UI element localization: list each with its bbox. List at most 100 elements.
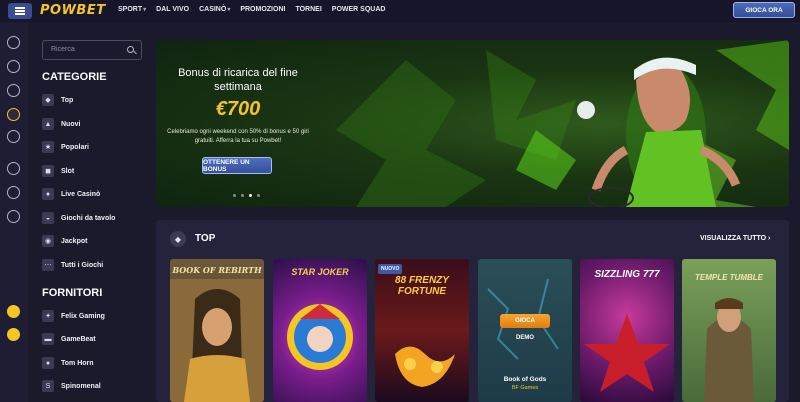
play-now-button[interactable]: GIOCA ORA: [733, 2, 795, 18]
category-nuovi[interactable]: ▲ Nuovi: [42, 117, 80, 131]
promo-banner[interactable]: Bonus di ricarica del fine settimana €70…: [156, 40, 789, 207]
search-placeholder: Ricerca: [51, 46, 75, 53]
gift-icon[interactable]: [7, 210, 20, 223]
hamburger-icon: [15, 10, 25, 12]
game-name: Book of Gods: [503, 376, 547, 383]
play-button[interactable]: GIOCA: [500, 314, 550, 328]
football-icon[interactable]: [7, 36, 20, 49]
logo[interactable]: POWBET: [40, 3, 106, 18]
section-title: TOP: [195, 233, 216, 244]
game-provider: BF Games: [511, 385, 539, 391]
nav-sport[interactable]: SPORT▾: [118, 6, 146, 13]
chat-icon[interactable]: [7, 328, 20, 341]
game-title: 88 FRENZY FORTUNE: [395, 275, 449, 297]
nav-tornei[interactable]: TORNEI: [295, 6, 321, 13]
flame-icon: ▲: [42, 118, 54, 130]
category-label: Nuovi: [61, 120, 81, 128]
carousel-dot[interactable]: [241, 194, 244, 197]
game-art: [287, 304, 353, 370]
categories-title: CATEGORIE: [42, 71, 107, 83]
nav-label: POWER SQUAD: [331, 6, 386, 13]
info-icon[interactable]: [7, 305, 20, 318]
chevron-down-icon: ▾: [143, 7, 147, 13]
game-art: [170, 279, 264, 402]
search-icon[interactable]: [127, 46, 134, 53]
jackpot-icon: ◉: [42, 235, 54, 247]
provider-tom-horn[interactable]: ● Tom Horn: [42, 356, 94, 370]
provider-label: Felix Gaming: [61, 312, 105, 320]
game-card-88-frenzy-fortune[interactable]: NUOVO 88 FRENZY FORTUNE: [375, 259, 469, 402]
spinomenal-icon: S: [42, 380, 54, 392]
see-all-link[interactable]: VISUALIZZA TUTTO ›: [700, 235, 770, 242]
game-title: SIZZLING 777: [594, 269, 660, 280]
game-card-book-of-gods[interactable]: GIOCA DEMO Book of Gods BF Games: [478, 259, 572, 402]
felix-gaming-icon: ✦: [42, 310, 54, 322]
provider-felix-gaming[interactable]: ✦ Felix Gaming: [42, 309, 105, 323]
providers-title: FORNITORI: [42, 287, 103, 299]
banner-title: Bonus di ricarica del fine settimana: [178, 67, 298, 93]
game-card-sizzling-777[interactable]: SIZZLING 777: [580, 259, 674, 402]
gamebeat-icon: ▬: [42, 333, 54, 345]
nav-casino[interactable]: CASINÒ▾: [199, 6, 230, 13]
category-top[interactable]: ◆ Top: [42, 93, 73, 107]
game-card-temple-tumble[interactable]: TEMPLE TUMBLE: [682, 259, 776, 402]
category-label: Slot: [61, 167, 75, 175]
category-label: Popolari: [61, 143, 90, 151]
nav-label: TORNEI: [295, 6, 322, 13]
top-bar: POWBET SPORT▾ DAL VIVO CASINÒ▾ PROMOZION…: [0, 0, 800, 22]
demo-link[interactable]: DEMO: [478, 335, 572, 341]
game-card-book-of-rebirth[interactable]: BOOK OF REBIRTH: [170, 259, 264, 402]
get-bonus-button[interactable]: OTTENERE UN BONUS: [202, 157, 272, 174]
game-title: TEMPLE TUMBLE: [695, 273, 763, 282]
category-label: Giochi da tavolo: [61, 214, 116, 222]
category-jackpot[interactable]: ◉ Jackpot: [42, 234, 87, 248]
provider-gamebeat[interactable]: ▬ GameBeat: [42, 332, 96, 346]
nav-power-squad[interactable]: POWER SQUAD: [332, 6, 386, 13]
game-card-star-joker[interactable]: STAR JOKER: [273, 259, 367, 402]
game-art: [584, 314, 670, 392]
category-live-casino[interactable]: ● Live Casinò: [42, 187, 100, 201]
chevron-down-icon: ▾: [227, 7, 231, 13]
cards-icon[interactable]: [7, 130, 20, 143]
table-games-icon: ◒: [42, 212, 54, 224]
globe-icon[interactable]: [7, 162, 20, 175]
game-title: BOOK OF REBIRTH: [172, 265, 262, 275]
diamond-icon: ◆: [42, 94, 54, 106]
game-title: STAR JOKER: [291, 267, 349, 277]
carousel-dot[interactable]: [257, 194, 260, 197]
sidebar: Ricerca CATEGORIE ◆ Top ▲ Nuovi ★ Popolari …: [36, 22, 148, 402]
carousel-dot[interactable]: [233, 194, 236, 197]
star-icon: ★: [42, 141, 54, 153]
nav-label: PROMOZIONI: [240, 6, 286, 13]
category-tutti-i-giochi[interactable]: ⋯ Tutti i Giochi: [42, 258, 103, 272]
icon-rail: [0, 22, 28, 402]
provider-label: Spinomenal: [61, 382, 101, 390]
more-icon: ⋯: [42, 259, 54, 271]
category-popolari[interactable]: ★ Popolari: [42, 140, 89, 154]
category-giochi-da-tavolo[interactable]: ◒ Giochi da tavolo: [42, 211, 115, 225]
provider-label: GameBeat: [61, 335, 96, 343]
menu-toggle-button[interactable]: [8, 3, 32, 19]
slot-icon: ◼: [42, 165, 54, 177]
nav-promozioni[interactable]: PROMOZIONI: [240, 6, 285, 13]
category-label: Top: [61, 96, 74, 104]
provider-label: Tom Horn: [61, 359, 94, 367]
search-input[interactable]: Ricerca: [42, 40, 142, 60]
category-slot[interactable]: ◼ Slot: [42, 164, 74, 178]
provider-spinomenal[interactable]: S Spinomenal: [42, 379, 101, 393]
trophy-icon[interactable]: [7, 186, 20, 199]
live-casino-icon: ●: [42, 188, 54, 200]
category-label: Live Casinò: [61, 190, 101, 198]
live-icon[interactable]: [7, 60, 20, 73]
new-badge: NUOVO: [378, 264, 403, 274]
tom-horn-icon: ●: [42, 357, 54, 369]
diamond-icon[interactable]: [7, 108, 20, 121]
category-label: Tutti i Giochi: [61, 261, 104, 269]
carousel-dots: [233, 194, 260, 197]
nav-label: SPORT: [118, 6, 143, 13]
carousel-dot-active[interactable]: [249, 194, 252, 197]
banner-description: Celebriamo ogni weekend con 50% di bonus…: [167, 129, 309, 144]
nav-dal-vivo[interactable]: DAL VIVO: [156, 6, 189, 13]
nav-label: DAL VIVO: [156, 6, 190, 13]
casino-chip-icon[interactable]: [7, 84, 20, 97]
